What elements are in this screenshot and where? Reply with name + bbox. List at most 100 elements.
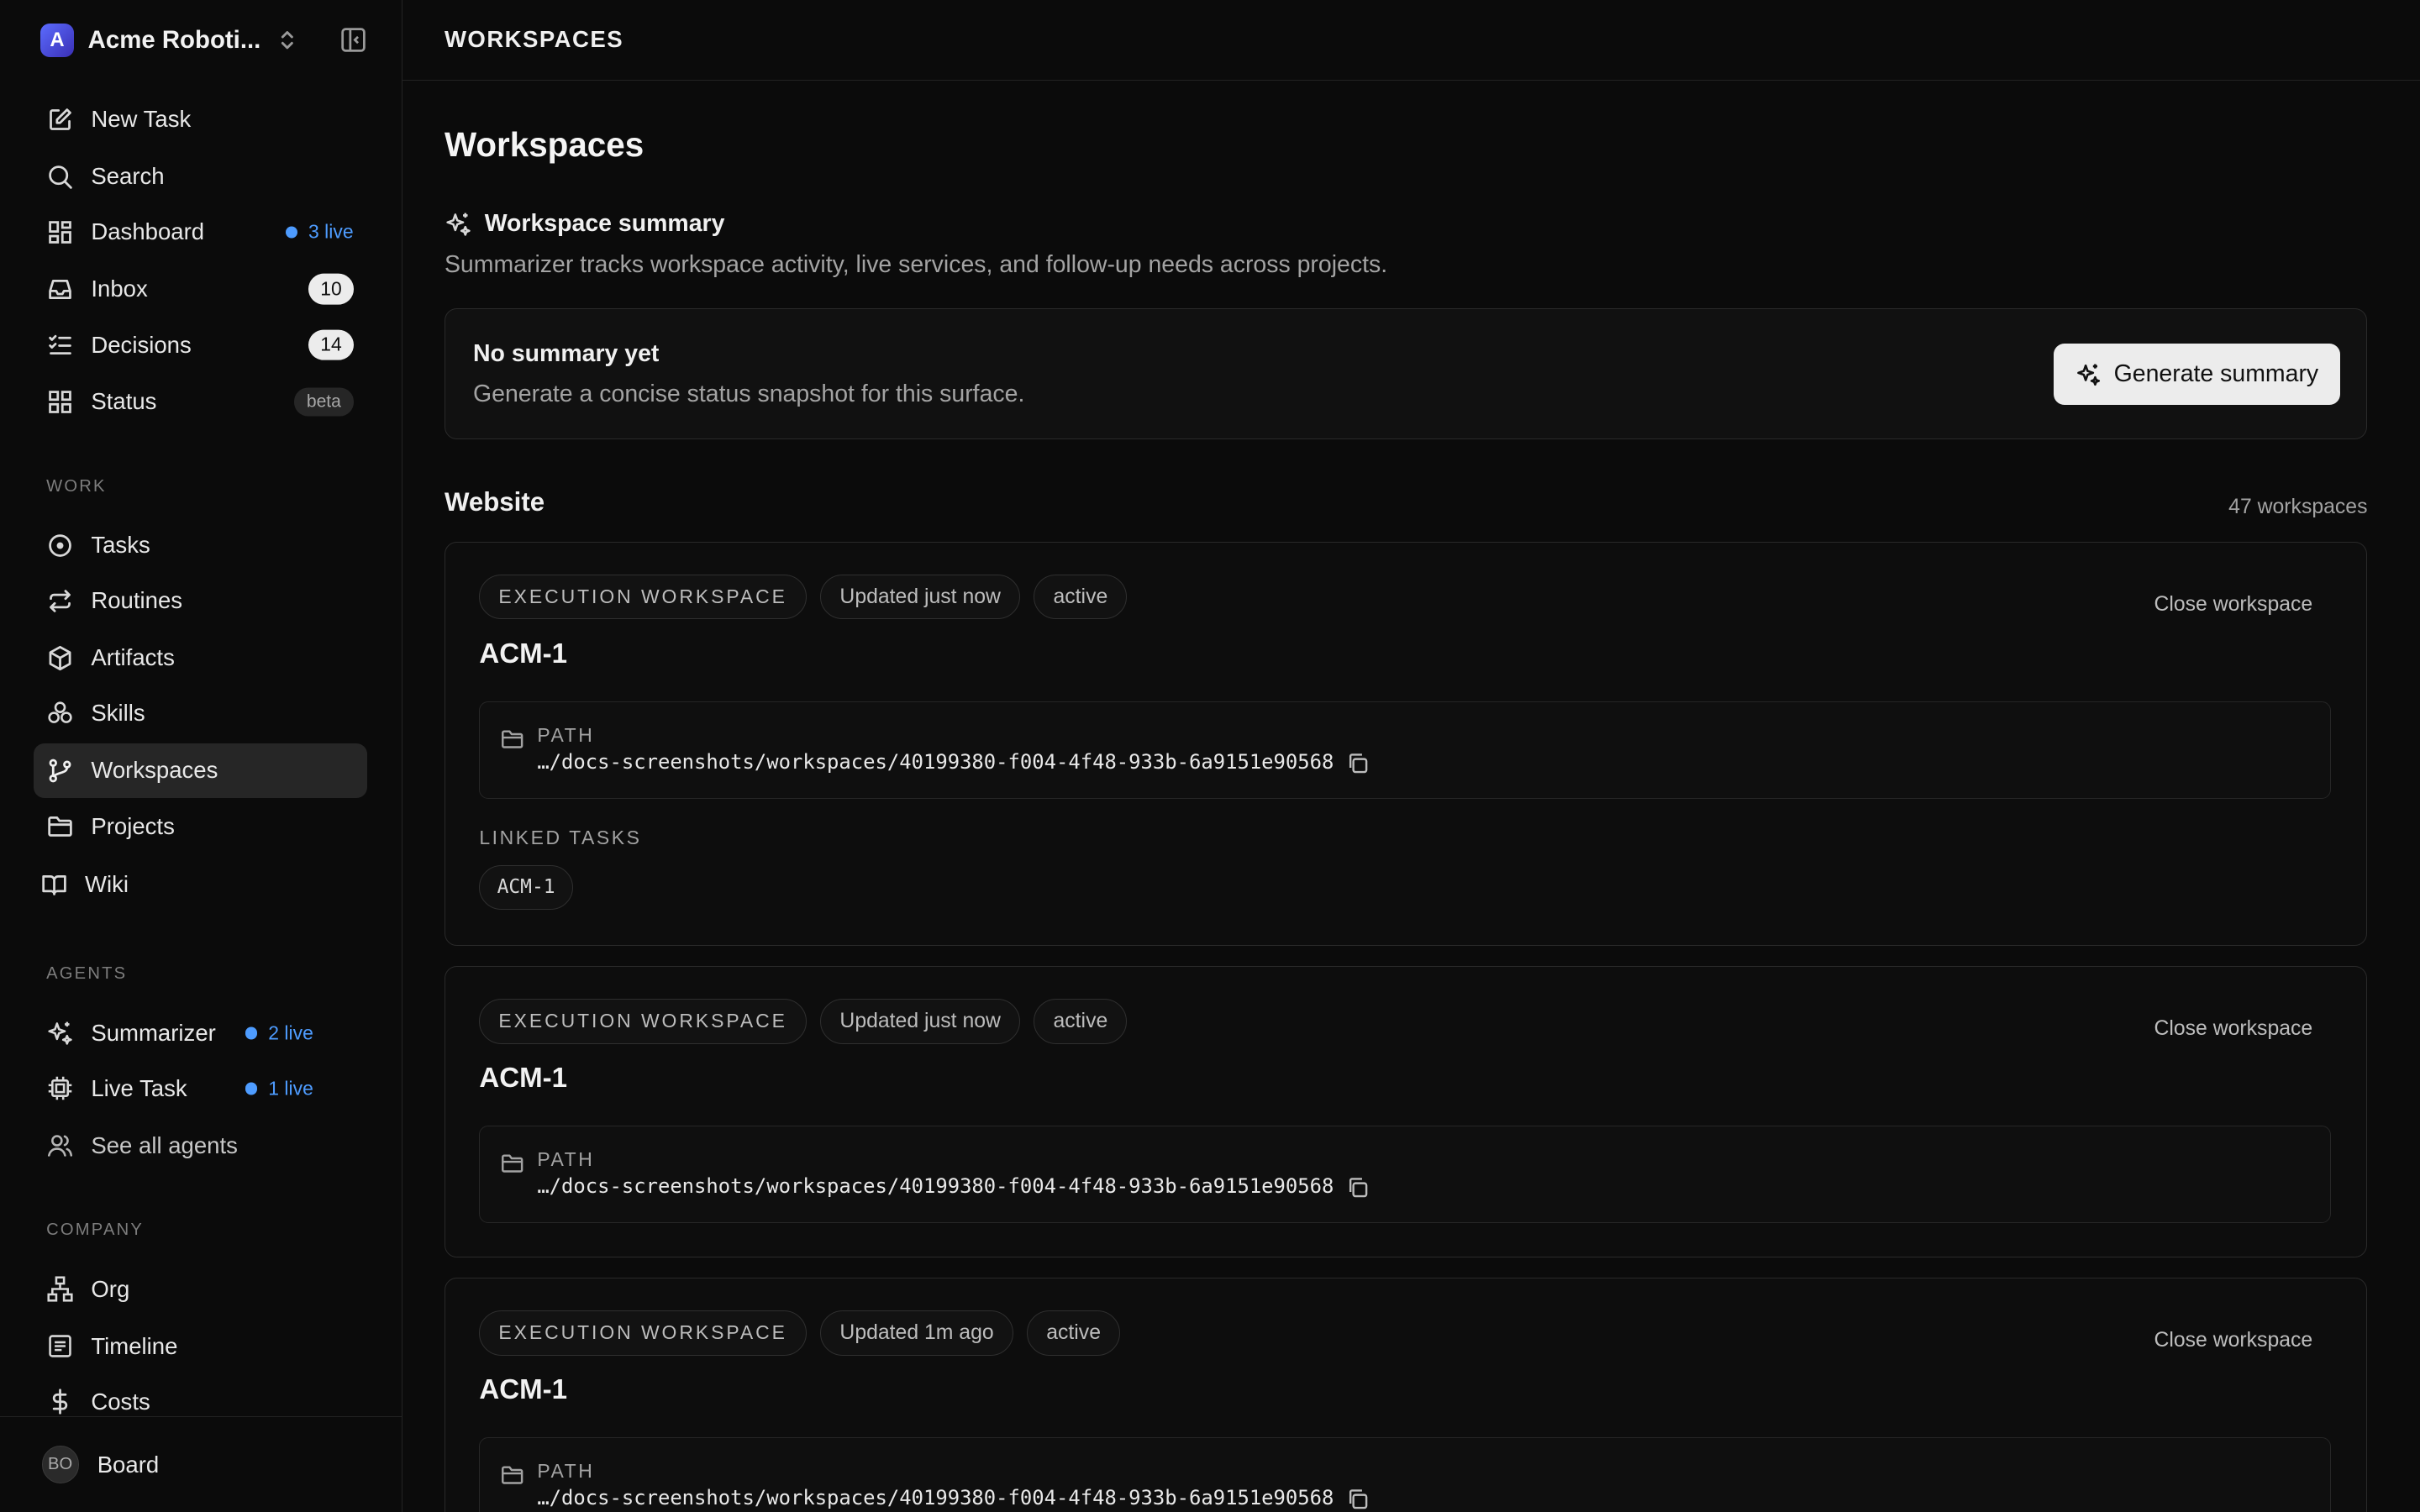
dashboard-icon [46, 218, 74, 246]
summary-description: Summarizer tracks workspace activity, li… [444, 251, 1388, 279]
path-box: PATH …/docs-screenshots/workspaces/40199… [479, 1125, 2332, 1223]
summary-empty-description: Generate a concise status snapshot for t… [473, 380, 1025, 407]
live-indicator: 3 live [285, 221, 354, 244]
copy-icon[interactable] [1346, 1176, 1370, 1200]
workspace-title: ACM-1 [479, 1373, 568, 1405]
user-menu[interactable]: BO Board [0, 1416, 403, 1512]
path-label: PATH [537, 1147, 595, 1170]
nav-label: See all agents [91, 1131, 238, 1158]
nav-label: Dashboard [91, 218, 205, 245]
grid-icon [46, 388, 74, 416]
workspace-type-tag: EXECUTION WORKSPACE [479, 999, 807, 1044]
workspace-title: ACM-1 [479, 638, 568, 669]
beta-badge: beta [294, 387, 354, 416]
nav-tasks[interactable]: Tasks [34, 518, 367, 572]
workspace-card: EXECUTION WORKSPACE Updated just now act… [444, 541, 2368, 946]
avatar: BO [41, 1446, 79, 1483]
search-icon [46, 163, 74, 191]
copy-icon[interactable] [1346, 752, 1370, 775]
path-value: …/docs-screenshots/workspaces/40199380-f… [537, 1174, 1369, 1199]
nav-dashboard[interactable]: Dashboard 3 live [34, 205, 367, 259]
nav-label: Tasks [91, 532, 150, 559]
list-icon [46, 1332, 74, 1360]
workspace-type-tag: EXECUTION WORKSPACE [479, 1310, 807, 1356]
nav-see-all-agents[interactable]: See all agents [34, 1119, 367, 1173]
path-value: …/docs-screenshots/workspaces/40199380-f… [537, 750, 1369, 774]
updated-tag: Updated 1m ago [820, 1310, 1013, 1356]
org-avatar: A [39, 23, 75, 57]
decisions-count-badge: 14 [308, 329, 354, 360]
inbox-count-badge: 10 [308, 274, 354, 305]
workspace-card: EXECUTION WORKSPACE Updated 1m ago activ… [444, 1277, 2368, 1512]
folder-icon [502, 1466, 523, 1485]
sparkles-icon [2076, 364, 2100, 386]
dollar-icon [46, 1388, 74, 1415]
workspace-card: EXECUTION WORKSPACE Updated just now act… [444, 965, 2368, 1257]
nav-workspaces[interactable]: Workspaces [34, 743, 368, 798]
path-label: PATH [537, 723, 595, 746]
workspace-count: 47 workspaces [2228, 495, 2368, 518]
section-label-agents: AGENTS [46, 963, 128, 983]
nav-timeline[interactable]: Timeline [34, 1319, 367, 1373]
status-badge: active [1027, 1310, 1121, 1356]
nav-projects[interactable]: Projects [34, 799, 367, 853]
nav-wiki[interactable]: Wiki [28, 858, 361, 911]
nav-inbox[interactable]: Inbox 10 [34, 262, 367, 316]
nav-decisions[interactable]: Decisions 14 [34, 318, 367, 371]
nav-new-task[interactable]: New Task [34, 92, 367, 146]
nav-artifacts[interactable]: Artifacts [34, 631, 367, 685]
org-name: Acme Roboti... [87, 25, 261, 54]
updated-tag: Updated just now [820, 575, 1020, 620]
path-box: PATH …/docs-screenshots/workspaces/40199… [479, 1436, 2332, 1512]
sidebar-collapse-icon[interactable] [339, 26, 367, 54]
status-badge: active [1034, 575, 1128, 620]
nav-label: Inbox [91, 276, 148, 302]
sparkles-icon [46, 1019, 74, 1047]
nav-search[interactable]: Search [34, 150, 367, 203]
nav-routines[interactable]: Routines [34, 574, 367, 627]
nav-label: Costs [91, 1388, 150, 1415]
org-switcher[interactable]: A Acme Roboti... [39, 22, 367, 59]
updated-tag: Updated just now [820, 999, 1020, 1044]
generate-summary-button[interactable]: Generate summary [2053, 343, 2341, 406]
nav-label: Summarizer [91, 1019, 216, 1046]
user-name: Board [97, 1451, 160, 1478]
folder-icon [46, 812, 74, 840]
nav-label: Search [91, 163, 165, 190]
linked-task-pill[interactable]: ACM-1 [479, 864, 573, 910]
close-workspace-button[interactable]: Close workspace [2154, 1329, 2312, 1352]
copy-icon[interactable] [1346, 1488, 1370, 1511]
nav-label: Skills [91, 700, 145, 727]
users-icon [46, 1131, 74, 1159]
summary-header: Workspace summary [445, 210, 724, 238]
nav-live-task[interactable]: Live Task 1 live [34, 1062, 367, 1116]
cpu-icon [46, 1074, 74, 1102]
main-content: WORKSPACES Workspaces Workspace summary … [402, 0, 2420, 1512]
folder-icon [502, 1154, 523, 1173]
repeat-icon [46, 587, 74, 615]
nav-label: Projects [91, 812, 175, 839]
section-label-company: COMPANY [46, 1220, 145, 1239]
folder-icon [502, 730, 523, 748]
workspace-title: ACM-1 [479, 1062, 568, 1094]
nav-label: Routines [91, 587, 183, 614]
breadcrumb: WORKSPACES [444, 26, 624, 53]
nav-summarizer[interactable]: Summarizer 2 live [34, 1006, 367, 1060]
checklist-icon [46, 331, 74, 359]
topbar: WORKSPACES [402, 0, 2420, 81]
inbox-icon [46, 276, 74, 303]
section-label-work: WORK [46, 476, 107, 496]
nav-org[interactable]: Org [34, 1262, 367, 1315]
edit-icon [46, 106, 74, 134]
close-workspace-button[interactable]: Close workspace [2154, 593, 2312, 617]
page-title: Workspaces [444, 124, 644, 164]
nav-status[interactable]: Status beta [34, 375, 367, 428]
git-branch-icon [46, 757, 74, 785]
nav-label: Timeline [91, 1332, 178, 1359]
book-open-icon [40, 871, 68, 899]
close-workspace-button[interactable]: Close workspace [2154, 1017, 2312, 1041]
status-badge: active [1034, 999, 1128, 1044]
nav-skills[interactable]: Skills [34, 686, 367, 740]
path-value: …/docs-screenshots/workspaces/40199380-f… [537, 1486, 1369, 1510]
summary-empty-title: No summary yet [473, 340, 660, 368]
